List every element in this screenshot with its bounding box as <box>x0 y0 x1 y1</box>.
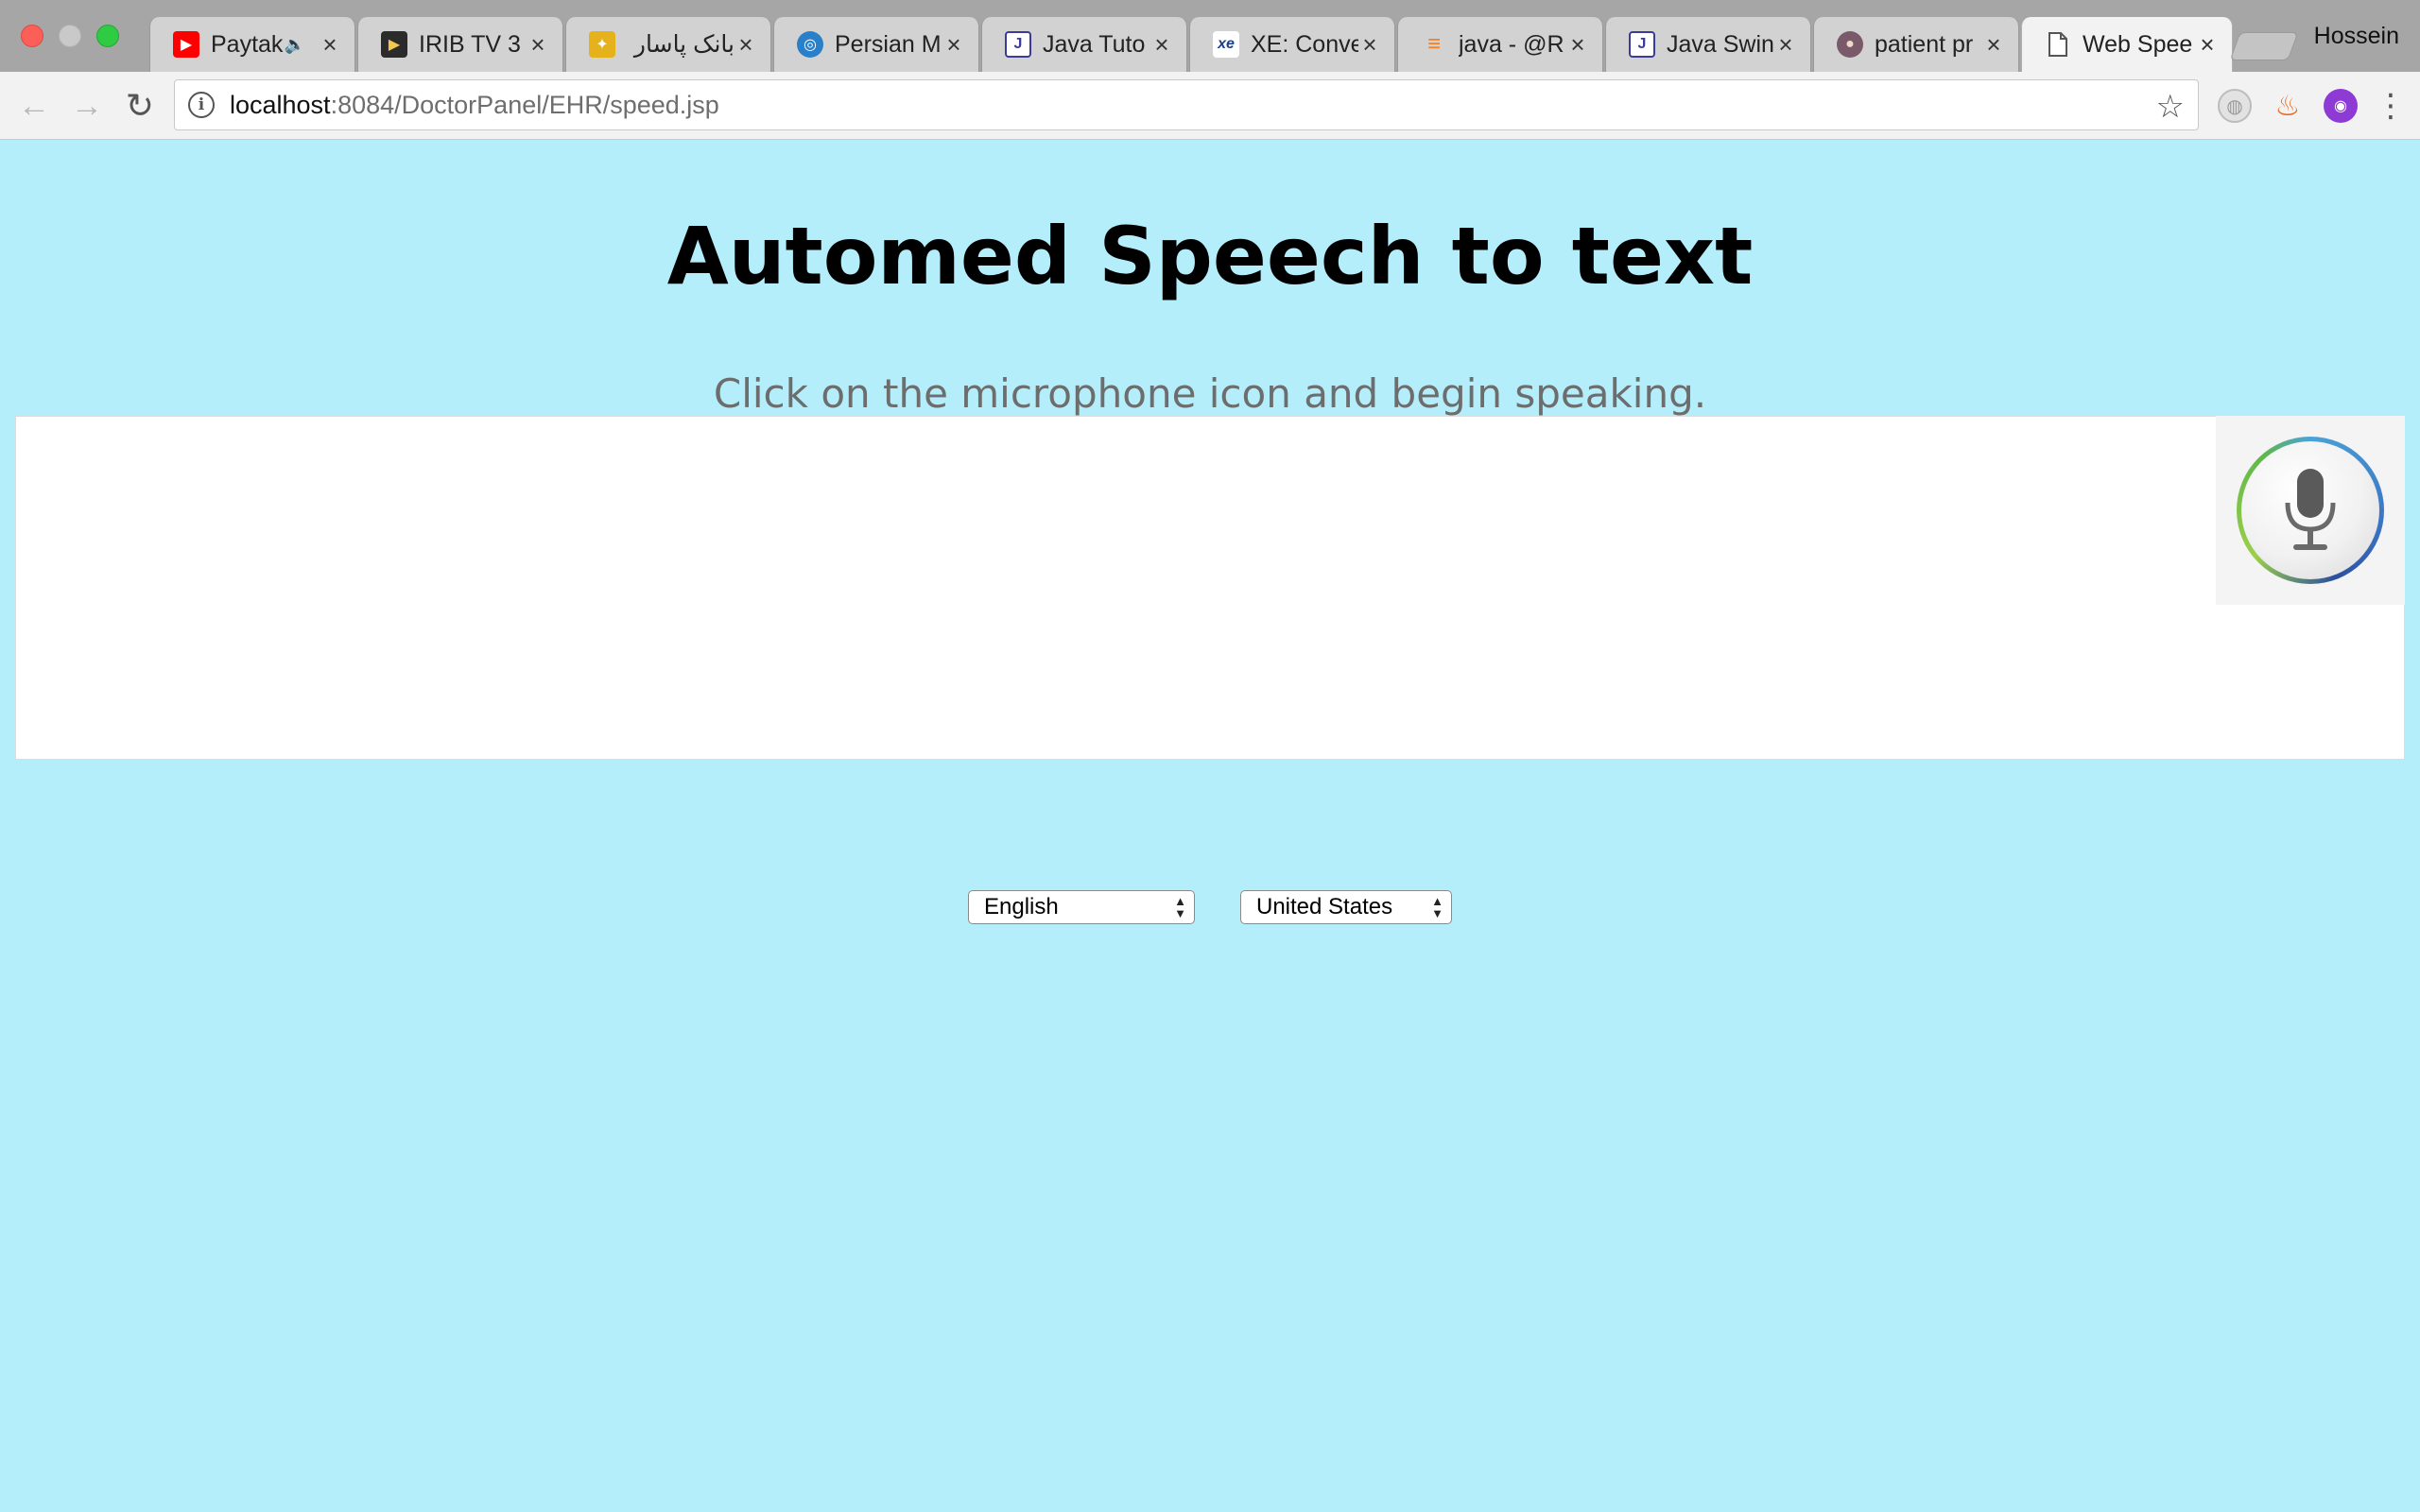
dialect-select[interactable]: United States ▲ ▼ <box>1240 890 1452 924</box>
tab-patient-profile[interactable]: ● patient pr × <box>1813 17 2019 72</box>
close-icon[interactable]: × <box>1566 32 1589 57</box>
language-select[interactable]: English ▲ ▼ <box>968 890 1195 924</box>
close-icon[interactable]: × <box>319 32 341 57</box>
tab-java-swing[interactable]: J Java Swin × <box>1605 17 1811 72</box>
close-icon[interactable]: × <box>942 32 965 57</box>
url-host: localhost <box>230 90 331 119</box>
language-select-value: English <box>984 894 1059 919</box>
close-icon[interactable]: × <box>735 32 757 57</box>
transcript-area[interactable] <box>15 416 2405 760</box>
xe-icon: xe <box>1213 31 1239 58</box>
reload-icon: ↻ <box>125 86 155 125</box>
tab-title: Paytakht <box>211 30 285 58</box>
profile-name[interactable]: Hossein <box>2314 23 2399 50</box>
microphone-icon <box>2241 441 2379 579</box>
page-icon <box>2045 31 2071 58</box>
arrow-right-icon: → <box>71 87 103 124</box>
back-button[interactable]: ← <box>13 85 55 127</box>
url-path: :8084/DoctorPanel/EHR/speed.jsp <box>330 90 719 119</box>
info-icon[interactable]: i <box>188 92 215 118</box>
speaker-icon[interactable]: 🔈 <box>285 35 305 55</box>
url-text[interactable]: localhost:8084/DoctorPanel/EHR/speed.jsp <box>230 91 719 120</box>
tab-stackoverflow-java[interactable]: ≡ java - @R × <box>1397 17 1603 72</box>
tab-title: patient pr <box>1875 30 1974 58</box>
tab-web-speech[interactable]: Web Spee × <box>2021 17 2233 72</box>
page-title: Automed Speech to text <box>666 210 1754 302</box>
more-menu-icon[interactable]: ⋮ <box>2375 85 2407 127</box>
close-icon[interactable]: × <box>1774 32 1797 57</box>
close-icon[interactable]: × <box>1150 32 1173 57</box>
tab-title: Web Spee <box>2083 30 2193 58</box>
tab-title: Persian M <box>835 30 942 58</box>
window-minimize-button[interactable] <box>59 25 81 47</box>
close-icon[interactable]: × <box>2196 32 2219 57</box>
dialect-select-value: United States <box>1256 894 1393 919</box>
browser-toolbar: ← → ↻ i localhost:8084/DoctorPanel/EHR/s… <box>0 72 2420 140</box>
tab-title: XE: Conve <box>1251 30 1358 58</box>
window-zoom-button[interactable] <box>96 25 119 47</box>
stackoverflow-icon: ≡ <box>1426 31 1441 57</box>
select-arrows-icon: ▲ ▼ <box>1174 894 1186 920</box>
new-tab-button[interactable] <box>2229 32 2299 60</box>
arrow-left-icon: ← <box>18 87 50 124</box>
tab-bank-pasargad[interactable]: ✦ بانک پاسار :: × <box>565 17 771 72</box>
forward-button[interactable]: → <box>66 85 108 127</box>
youtube-icon: ▶ <box>173 31 199 58</box>
globe-icon: ◎ <box>797 31 823 58</box>
tab-title: IRIB TV 3 <box>419 30 521 58</box>
avatar-icon: ● <box>1837 31 1863 58</box>
address-bar[interactable]: i localhost:8084/DoctorPanel/EHR/speed.j… <box>174 79 2199 130</box>
tab-paytakht[interactable]: ▶ Paytakht 🔈 × <box>149 17 355 72</box>
tab-xe-converter[interactable]: xe XE: Conve × <box>1189 17 1395 72</box>
bank-icon: ✦ <box>589 31 615 58</box>
window-close-button[interactable] <box>21 25 43 47</box>
tab-title: Java Tuto <box>1043 30 1146 58</box>
tab-strip: ▶ Paytakht 🔈 × ▶ IRIB TV 3 × ✦ بانک پاسا… <box>0 0 2420 72</box>
instruction-text: Click on the microphone icon and begin s… <box>713 370 1707 417</box>
fire-extension-icon[interactable]: ♨ <box>2271 89 2305 123</box>
close-icon[interactable]: × <box>1982 32 2005 57</box>
tab-title: java - @R <box>1459 30 1564 58</box>
close-icon[interactable]: × <box>527 32 549 57</box>
tab-java-tutorial[interactable]: J Java Tuto × <box>981 17 1187 72</box>
tab-title: Java Swin <box>1667 30 1774 58</box>
tab-irib-tv3[interactable]: ▶ IRIB TV 3 × <box>357 17 563 72</box>
mic-ring <box>2237 437 2384 584</box>
star-icon[interactable]: ☆ <box>2156 88 2185 126</box>
reload-button[interactable]: ↻ <box>119 85 161 127</box>
tab-title: بانک پاسار :: <box>627 31 735 58</box>
purple-extension-icon[interactable]: ◉ <box>2324 89 2358 123</box>
tab-persian-m[interactable]: ◎ Persian M × <box>773 17 979 72</box>
javatpoint-icon: J <box>1005 31 1031 58</box>
play-icon: ▶ <box>381 31 407 58</box>
start-recording-button[interactable] <box>2216 416 2405 605</box>
globe-extension-icon[interactable]: ◍ <box>2218 89 2252 123</box>
close-icon[interactable]: × <box>1358 32 1381 57</box>
javatpoint-icon: J <box>1629 31 1655 58</box>
select-arrows-icon: ▲ ▼ <box>1431 894 1443 920</box>
